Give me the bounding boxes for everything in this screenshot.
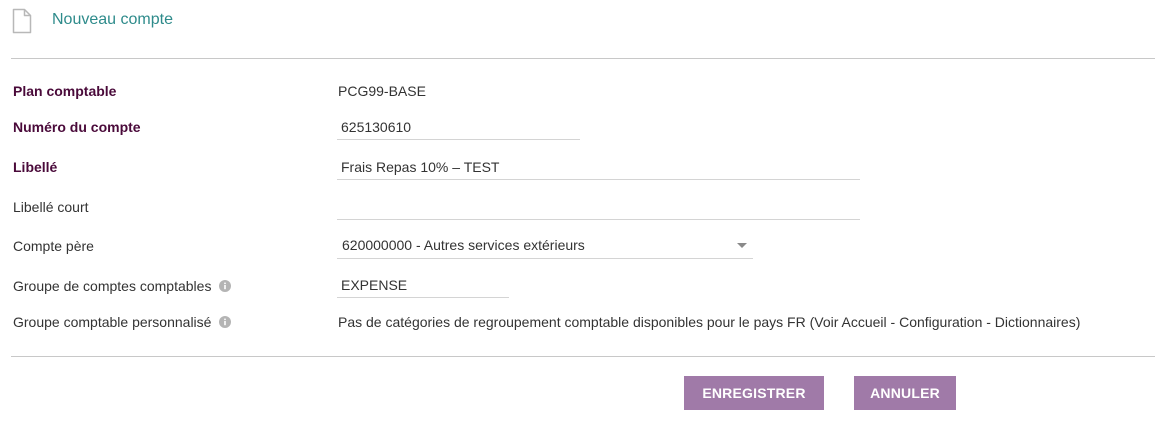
chevron-down-icon xyxy=(737,243,747,248)
info-icon[interactable] xyxy=(219,316,232,328)
top-divider xyxy=(11,58,1155,59)
info-icon[interactable] xyxy=(219,280,232,292)
custom-group-label-text: Groupe comptable personnalisé xyxy=(13,314,212,330)
label-input[interactable] xyxy=(337,154,860,180)
account-number-input[interactable] xyxy=(337,114,580,140)
page-title: Nouveau compte xyxy=(52,11,173,28)
label-field-label: Libellé xyxy=(13,159,58,175)
parent-account-selected-value: 620000000 - Autres services extérieurs xyxy=(342,237,585,253)
document-icon xyxy=(12,8,32,34)
page-header xyxy=(12,8,32,34)
short-label-input[interactable] xyxy=(337,194,860,220)
plan-label: Plan comptable xyxy=(13,83,117,99)
custom-group-label: Groupe comptable personnalisé xyxy=(13,314,232,330)
parent-account-select[interactable]: 620000000 - Autres services extérieurs xyxy=(337,233,753,259)
parent-account-label: Compte père xyxy=(13,238,94,254)
short-label-label: Libellé court xyxy=(13,199,89,215)
save-button[interactable]: ENREGISTRER xyxy=(684,376,824,410)
account-number-label: Numéro du compte xyxy=(13,119,141,135)
custom-group-message: Pas de catégories de regroupement compta… xyxy=(338,314,1081,330)
account-group-label: Groupe de comptes comptables xyxy=(13,278,232,294)
account-group-input[interactable] xyxy=(337,272,509,298)
bottom-divider xyxy=(11,356,1155,357)
account-group-label-text: Groupe de comptes comptables xyxy=(13,278,212,294)
plan-value: PCG99-BASE xyxy=(338,83,426,99)
cancel-button[interactable]: ANNULER xyxy=(854,376,956,410)
